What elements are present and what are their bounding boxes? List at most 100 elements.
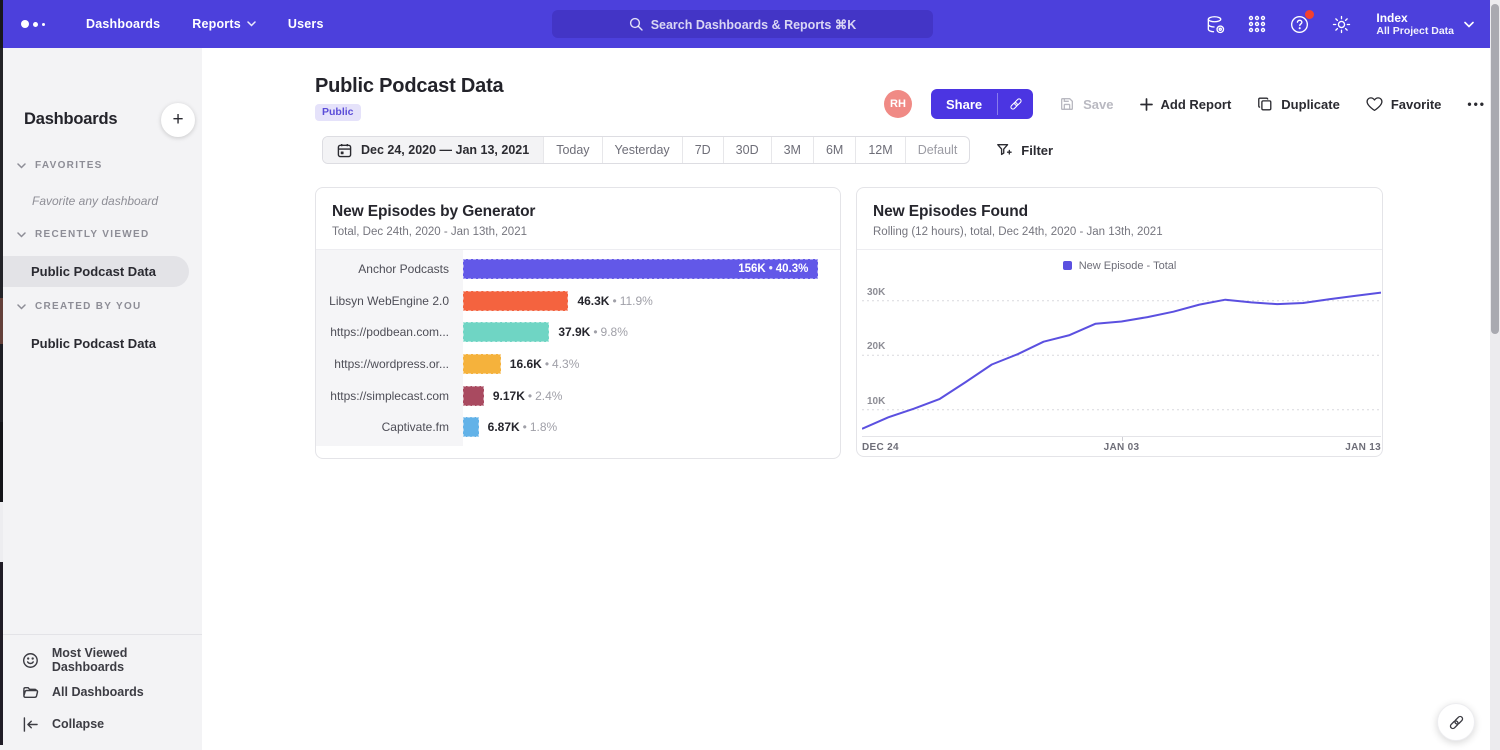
share-button[interactable]: Share — [931, 89, 1033, 119]
x-tick-label: JAN 03 — [1104, 442, 1140, 453]
bar-segment[interactable]: 156K•40.3% — [463, 259, 818, 279]
sidebar-item-created-dashboard[interactable]: Public Podcast Data — [31, 336, 156, 351]
bar-category-label: https://simplecast.com — [316, 389, 463, 403]
bar-category-label: https://podbean.com... — [316, 325, 463, 339]
bar-row: https://podbean.com... 37.9K•9.8% — [316, 316, 840, 348]
save-icon — [1059, 96, 1075, 112]
preset-today[interactable]: Today — [543, 137, 601, 163]
line-series[interactable] — [862, 293, 1381, 429]
bar-value-label: 156K•40.3% — [738, 263, 808, 275]
x-tick-label: DEC 24 — [862, 442, 899, 453]
preset-30d[interactable]: 30D — [723, 137, 771, 163]
heart-icon — [1366, 96, 1383, 112]
chart-title[interactable]: New Episodes Found — [873, 203, 1366, 221]
preset-default[interactable]: Default — [905, 137, 970, 163]
preset-yesterday[interactable]: Yesterday — [602, 137, 682, 163]
add-report-button[interactable]: Add Report — [1140, 97, 1232, 112]
apps-grid-icon[interactable] — [1246, 13, 1268, 35]
bar-value-label: 9.17K•2.4% — [493, 389, 563, 403]
page-title: Public Podcast Data — [315, 75, 503, 98]
background-window-sliver — [0, 0, 3, 750]
nav-item-reports[interactable]: Reports — [192, 17, 256, 31]
nav-item-users[interactable]: Users — [288, 17, 324, 31]
chevron-down-icon — [1464, 21, 1474, 28]
settings-gear-icon[interactable] — [1330, 13, 1352, 35]
project-name: Index — [1376, 11, 1454, 25]
legend-swatch — [1063, 261, 1072, 270]
filter-funnel-icon — [996, 142, 1012, 158]
date-range-bar: Dec 24, 2020 — Jan 13, 2021 Today Yester… — [322, 136, 1053, 164]
nav-item-dashboards[interactable]: Dashboards — [86, 17, 160, 31]
bar-value-label: 16.6K•4.3% — [510, 357, 580, 371]
filter-button[interactable]: Filter — [996, 142, 1053, 158]
bar-category-label: Captivate.fm — [316, 420, 463, 434]
preset-3m[interactable]: 3M — [771, 137, 813, 163]
chart-title[interactable]: New Episodes by Generator — [332, 203, 824, 221]
save-button[interactable]: Save — [1059, 96, 1113, 112]
global-search-input[interactable]: Search Dashboards & Reports ⌘K — [552, 10, 933, 38]
card-header: New Episodes Found Rolling (12 hours), t… — [857, 188, 1382, 250]
sidebar-footer: Most Viewed Dashboards All Dashboards Co… — [3, 634, 202, 750]
chevron-down-icon — [247, 21, 256, 27]
collapse-sidebar-button[interactable]: Collapse — [3, 708, 202, 740]
project-switcher[interactable]: Index All Project Data — [1376, 11, 1474, 38]
share-link-floating-button[interactable] — [1437, 703, 1475, 741]
top-navbar: Dashboards Reports Users Search Dashboar… — [0, 0, 1490, 48]
bar-value-label: 6.87K•1.8% — [488, 420, 558, 434]
copy-link-button[interactable] — [998, 89, 1033, 119]
add-dashboard-button[interactable]: + — [161, 103, 195, 137]
legend-label[interactable]: New Episode - Total — [1079, 260, 1177, 272]
mixpanel-logo-icon[interactable] — [21, 20, 55, 28]
date-range-control: Dec 24, 2020 — Jan 13, 2021 Today Yester… — [322, 136, 970, 164]
x-tick-label: JAN 13 — [1345, 442, 1381, 453]
page-scrollbar[interactable] — [1490, 0, 1500, 750]
bar-segment[interactable] — [463, 291, 568, 311]
collapse-left-icon — [22, 717, 39, 732]
bar-row: https://simplecast.com 9.17K•2.4% — [316, 380, 840, 412]
help-icon[interactable] — [1288, 13, 1310, 35]
navbar-right: Index All Project Data — [1204, 0, 1474, 48]
plus-icon — [1140, 98, 1153, 111]
link-icon — [1008, 96, 1024, 112]
bar-row: Anchor Podcasts 156K•40.3% — [316, 253, 840, 285]
dashboard-actions: RH Share Save Add Report Duplicate Favor… — [884, 89, 1486, 119]
favorite-button[interactable]: Favorite — [1366, 96, 1442, 112]
bar-chart: Anchor Podcasts 156K•40.3% Libsyn WebEng… — [316, 250, 840, 446]
more-options-button[interactable]: ••• — [1467, 97, 1486, 111]
all-dashboards-button[interactable]: All Dashboards — [3, 676, 202, 708]
help-notification-badge — [1305, 10, 1314, 19]
preset-6m[interactable]: 6M — [813, 137, 855, 163]
chart-subtitle: Rolling (12 hours), total, Dec 24th, 202… — [873, 226, 1366, 238]
avatar[interactable]: RH — [884, 90, 912, 118]
bar-value-label: 37.9K•9.8% — [558, 325, 628, 339]
most-viewed-dashboards-button[interactable]: Most Viewed Dashboards — [3, 644, 202, 676]
duplicate-button[interactable]: Duplicate — [1257, 96, 1340, 112]
x-tick-mark — [1122, 437, 1123, 441]
scrollbar-thumb[interactable] — [1491, 4, 1499, 334]
bar-segment[interactable] — [463, 354, 501, 374]
chevron-down-icon — [17, 163, 26, 169]
dashboards-sidebar: Dashboards + FAVORITES Favorite any dash… — [3, 48, 202, 750]
bar-segment[interactable] — [463, 322, 549, 342]
card-new-episodes-found: New Episodes Found Rolling (12 hours), t… — [856, 187, 1383, 457]
sidebar-title: Dashboards — [24, 110, 117, 129]
chart-legend: New Episode - Total — [857, 250, 1382, 275]
preset-7d[interactable]: 7D — [682, 137, 723, 163]
bar-value-label: 46.3K•11.9% — [577, 294, 652, 308]
sidebar-item-recent-dashboard[interactable]: Public Podcast Data — [3, 256, 189, 287]
sidebar-section-recent[interactable]: RECENTLY VIEWED — [17, 229, 150, 240]
share-button-label[interactable]: Share — [931, 89, 997, 119]
link-icon — [1447, 713, 1466, 732]
sidebar-section-favorites[interactable]: FAVORITES — [17, 160, 103, 171]
date-range-picker[interactable]: Dec 24, 2020 — Jan 13, 2021 — [323, 137, 543, 163]
chart-subtitle: Total, Dec 24th, 2020 - Jan 13th, 2021 — [332, 226, 824, 238]
y-tick-label: 30K — [867, 287, 885, 298]
bar-segment[interactable] — [463, 417, 479, 437]
line-chart-plot[interactable]: 10K20K30K — [862, 279, 1381, 437]
data-management-icon[interactable] — [1204, 13, 1226, 35]
bar-segment[interactable] — [463, 386, 484, 406]
preset-12m[interactable]: 12M — [855, 137, 904, 163]
folder-icon — [22, 684, 39, 701]
sidebar-section-created[interactable]: CREATED BY YOU — [17, 301, 142, 312]
project-subtitle: All Project Data — [1376, 25, 1454, 38]
